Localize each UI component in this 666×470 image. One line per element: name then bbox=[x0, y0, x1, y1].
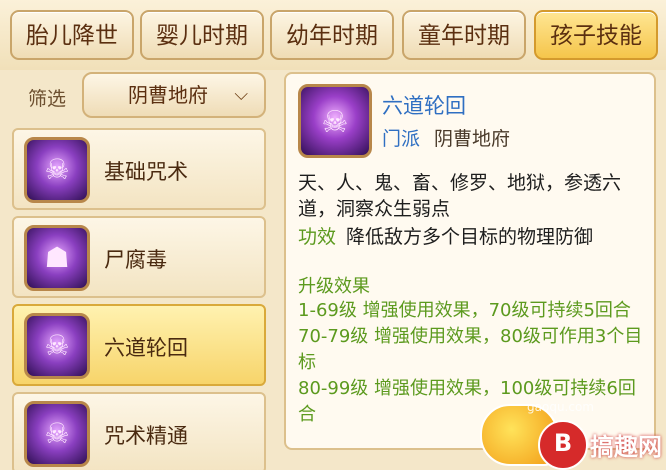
skill-item-selected[interactable]: ☠ 六道轮回 bbox=[12, 304, 266, 386]
chevron-down-icon: ⌵ bbox=[234, 84, 248, 105]
skill-item[interactable]: ☠ 咒术精通 bbox=[12, 392, 266, 470]
skill-name: 六道轮回 bbox=[104, 336, 188, 360]
watermark-b-badge: B bbox=[538, 420, 588, 470]
watermark-brand: 搞趣网 bbox=[590, 433, 662, 461]
skill-item[interactable]: ☗ 尸腐毒 bbox=[12, 216, 266, 298]
tab-toddler[interactable]: 幼年时期 bbox=[270, 10, 394, 60]
purple-poison-icon: ☗ bbox=[24, 225, 90, 291]
effect-value: 降低敌方多个目标的物理防御 bbox=[346, 226, 594, 248]
effect-label: 功效 bbox=[298, 226, 337, 248]
reincarnation-wheel-icon: ☠ bbox=[24, 313, 90, 379]
skill-name: 咒术精通 bbox=[104, 424, 188, 448]
skill-effect: 功效 降低敌方多个目标的物理防御 bbox=[298, 222, 593, 249]
filter-label: 筛选 bbox=[28, 88, 67, 110]
skill-name: 基础咒术 bbox=[104, 160, 188, 184]
tab-childhood[interactable]: 童年时期 bbox=[402, 10, 526, 60]
upgrade-line: 1-69级 增强使用效果，70级可持续5回合 bbox=[298, 300, 631, 321]
skill-description: 天、人、鬼、畜、修罗、地狱，参透六道，洞察众生弱点 bbox=[298, 172, 622, 220]
tab-baby[interactable]: 婴儿时期 bbox=[140, 10, 264, 60]
school-label: 门派 bbox=[382, 128, 421, 150]
skill-title: 六道轮回 bbox=[382, 94, 466, 118]
purple-skull-spell-icon: ☠ bbox=[24, 137, 90, 203]
purple-skull-spell-icon: ☠ bbox=[24, 401, 90, 467]
school-filter-dropdown[interactable]: 阴曹地府 ⌵ bbox=[82, 72, 266, 118]
tab-bar: 胎儿降世 婴儿时期 幼年时期 童年时期 孩子技能 bbox=[0, 0, 666, 70]
watermark: B gaoqu.com 搞趣网 bbox=[466, 392, 666, 470]
school-filter-value: 阴曹地府 bbox=[128, 83, 208, 107]
skill-name: 尸腐毒 bbox=[104, 248, 167, 272]
reincarnation-wheel-icon: ☠ bbox=[298, 84, 372, 158]
upgrade-title: 升级效果 bbox=[298, 276, 370, 297]
tab-child-skills[interactable]: 孩子技能 bbox=[534, 10, 658, 60]
skill-school: 门派 阴曹地府 bbox=[382, 124, 510, 151]
skill-list: ☠ 基础咒术 ☗ 尸腐毒 ☠ 六道轮回 ☠ 咒术精通 bbox=[12, 126, 268, 470]
tab-fetus[interactable]: 胎儿降世 bbox=[10, 10, 134, 60]
school-value: 阴曹地府 bbox=[434, 128, 511, 150]
skill-item[interactable]: ☠ 基础咒术 bbox=[12, 128, 266, 210]
watermark-site: gaoqu.com bbox=[527, 400, 594, 414]
upgrade-line: 70-79级 增强使用效果，80级可作用3个目标 bbox=[298, 326, 643, 373]
